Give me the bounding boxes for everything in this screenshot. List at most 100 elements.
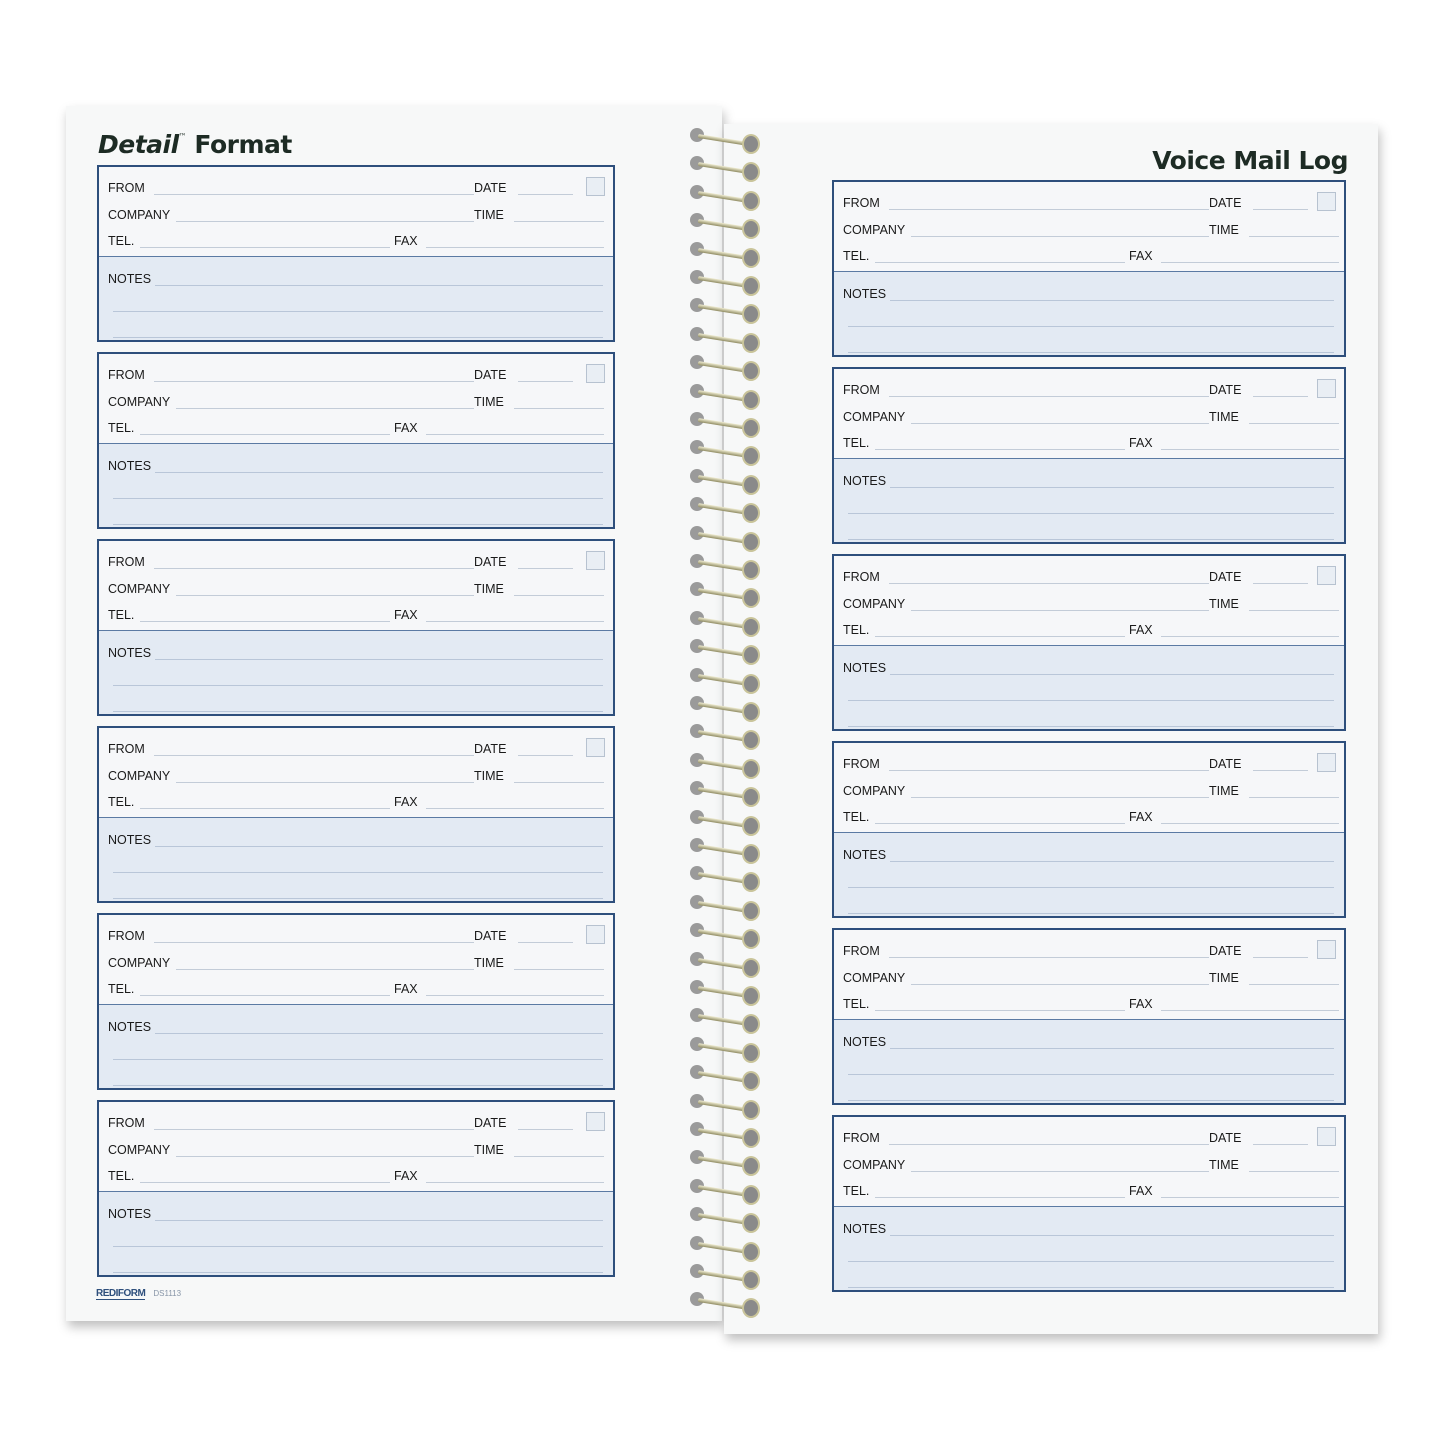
company-field[interactable] (911, 236, 1209, 237)
time-field[interactable] (1249, 610, 1339, 611)
checkbox[interactable] (1317, 379, 1336, 398)
company-field[interactable] (911, 984, 1209, 985)
company-field[interactable] (911, 1171, 1209, 1172)
fax-field[interactable] (1161, 1197, 1339, 1198)
date-field[interactable] (518, 381, 573, 382)
tel-field[interactable] (140, 247, 390, 248)
notes-area[interactable]: NOTES (99, 1191, 613, 1275)
notes-line (155, 659, 603, 660)
checkbox[interactable] (586, 1112, 605, 1131)
notes-area[interactable]: NOTES (99, 630, 613, 714)
fax-field[interactable] (426, 434, 604, 435)
date-field[interactable] (518, 568, 573, 569)
from-field[interactable] (889, 1144, 1209, 1145)
tel-field[interactable] (140, 1182, 390, 1183)
notes-area[interactable]: NOTES (834, 271, 1344, 355)
from-field[interactable] (154, 568, 474, 569)
from-field[interactable] (154, 381, 474, 382)
checkbox[interactable] (1317, 566, 1336, 585)
time-field[interactable] (514, 595, 604, 596)
company-field[interactable] (176, 782, 474, 783)
notes-line (113, 1085, 603, 1086)
company-field[interactable] (911, 423, 1209, 424)
fax-field[interactable] (426, 808, 604, 809)
time-field[interactable] (514, 782, 604, 783)
fax-field[interactable] (426, 1182, 604, 1183)
date-field[interactable] (1253, 583, 1308, 584)
company-field[interactable] (176, 1156, 474, 1157)
date-field[interactable] (518, 942, 573, 943)
from-field[interactable] (889, 957, 1209, 958)
company-field[interactable] (176, 408, 474, 409)
from-field[interactable] (889, 583, 1209, 584)
from-field[interactable] (154, 1129, 474, 1130)
fax-field[interactable] (1161, 823, 1339, 824)
fax-field[interactable] (426, 995, 604, 996)
company-field[interactable] (911, 797, 1209, 798)
checkbox[interactable] (1317, 192, 1336, 211)
from-field[interactable] (154, 194, 474, 195)
from-field[interactable] (154, 942, 474, 943)
notes-area[interactable]: NOTES (834, 1206, 1344, 1290)
checkbox[interactable] (1317, 940, 1336, 959)
fax-field[interactable] (1161, 1010, 1339, 1011)
date-field[interactable] (1253, 957, 1308, 958)
time-field[interactable] (1249, 984, 1339, 985)
date-field[interactable] (1253, 770, 1308, 771)
company-field[interactable] (176, 221, 474, 222)
time-field[interactable] (1249, 1171, 1339, 1172)
time-field[interactable] (514, 1156, 604, 1157)
time-field[interactable] (1249, 236, 1339, 237)
from-field[interactable] (154, 755, 474, 756)
time-field[interactable] (1249, 423, 1339, 424)
tel-field[interactable] (875, 449, 1125, 450)
from-field[interactable] (889, 209, 1209, 210)
fax-field[interactable] (1161, 636, 1339, 637)
checkbox[interactable] (1317, 753, 1336, 772)
tel-field[interactable] (140, 808, 390, 809)
checkbox[interactable] (586, 177, 605, 196)
tel-field[interactable] (875, 262, 1125, 263)
notes-area[interactable]: NOTES (99, 1004, 613, 1088)
notes-area[interactable]: NOTES (834, 458, 1344, 542)
fax-field[interactable] (426, 621, 604, 622)
checkbox[interactable] (1317, 1127, 1336, 1146)
time-field[interactable] (514, 408, 604, 409)
date-field[interactable] (518, 194, 573, 195)
time-field[interactable] (514, 221, 604, 222)
checkbox[interactable] (586, 738, 605, 757)
tel-field[interactable] (140, 434, 390, 435)
notes-area[interactable]: NOTES (99, 256, 613, 340)
date-field[interactable] (518, 1129, 573, 1130)
date-field[interactable] (1253, 396, 1308, 397)
tel-field[interactable] (875, 1010, 1125, 1011)
date-field[interactable] (1253, 1144, 1308, 1145)
checkbox[interactable] (586, 551, 605, 570)
tel-field[interactable] (875, 636, 1125, 637)
notes-area[interactable]: NOTES (99, 443, 613, 527)
notes-area[interactable]: NOTES (834, 832, 1344, 916)
tel-field[interactable] (140, 995, 390, 996)
tel-field[interactable] (140, 621, 390, 622)
checkbox[interactable] (586, 364, 605, 383)
company-field[interactable] (176, 969, 474, 970)
company-field[interactable] (176, 595, 474, 596)
from-field[interactable] (889, 396, 1209, 397)
checkbox[interactable] (586, 925, 605, 944)
tel-field[interactable] (875, 823, 1125, 824)
fax-field[interactable] (426, 247, 604, 248)
fax-field[interactable] (1161, 262, 1339, 263)
from-field[interactable] (889, 770, 1209, 771)
date-field[interactable] (518, 755, 573, 756)
time-field[interactable] (514, 969, 604, 970)
punch-hole (742, 446, 760, 467)
company-field[interactable] (911, 610, 1209, 611)
notes-area[interactable]: NOTES (99, 817, 613, 901)
spiral-coil (686, 1008, 766, 1036)
notes-area[interactable]: NOTES (834, 1019, 1344, 1103)
time-field[interactable] (1249, 797, 1339, 798)
tel-field[interactable] (875, 1197, 1125, 1198)
fax-field[interactable] (1161, 449, 1339, 450)
notes-area[interactable]: NOTES (834, 645, 1344, 729)
date-field[interactable] (1253, 209, 1308, 210)
